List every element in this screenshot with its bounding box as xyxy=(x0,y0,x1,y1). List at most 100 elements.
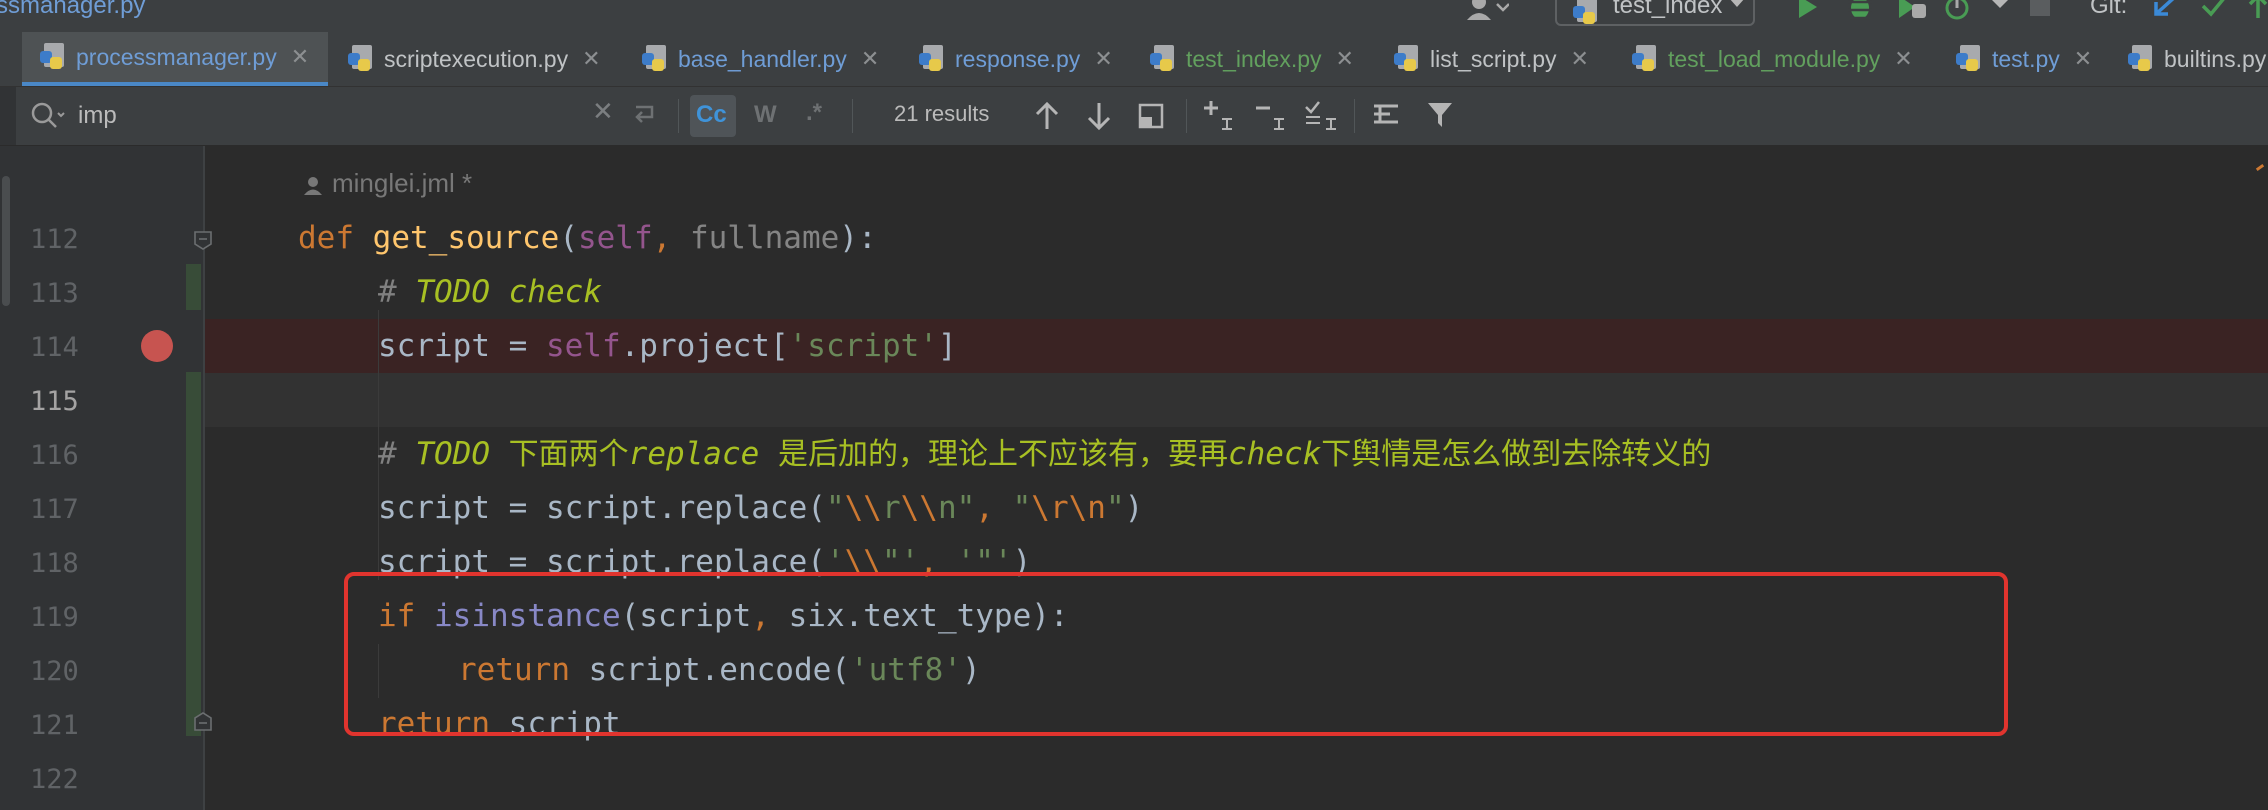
words-icon[interactable]: W xyxy=(754,101,777,129)
code-token: get_source xyxy=(372,220,560,256)
python-file-icon xyxy=(2128,45,2154,73)
code-token: 'script' xyxy=(788,328,938,364)
code-token: ( xyxy=(559,220,578,256)
vcs-change-marker[interactable] xyxy=(186,372,201,736)
code-token: .project[ xyxy=(620,328,789,364)
code-token: ] xyxy=(937,328,957,364)
error-stripe-marker[interactable] xyxy=(2255,163,2265,172)
select-all-icon[interactable] xyxy=(1304,99,1340,133)
code-line-112[interactable]: def get_source(self, fullname): xyxy=(298,211,877,265)
tab-test-index[interactable]: test_index.py ✕ xyxy=(1132,32,1376,86)
code-token: , xyxy=(652,220,672,256)
filter-icon[interactable] xyxy=(1426,101,1454,129)
close-icon[interactable]: ✕ xyxy=(2074,47,2092,72)
close-icon[interactable]: ✕ xyxy=(1894,47,1912,72)
close-icon[interactable]: ✕ xyxy=(1336,47,1354,72)
tab-bar-edge xyxy=(0,32,22,86)
code-editor[interactable]: 112 113 114 115 116 117 118 119 120 121 … xyxy=(0,146,2268,810)
line-number: 118 xyxy=(30,548,79,579)
author-annotation[interactable]: minglei.jml * xyxy=(332,168,472,199)
git-label: Git: xyxy=(2090,0,2128,19)
code-token: n xyxy=(937,490,957,526)
separator xyxy=(852,99,853,133)
tab-response[interactable]: response.py ✕ xyxy=(901,32,1136,86)
regex-icon[interactable]: .* xyxy=(806,99,822,127)
search-input[interactable] xyxy=(76,99,530,133)
code-token: \\ xyxy=(900,490,938,526)
replace-toggle-icon[interactable] xyxy=(632,103,658,127)
git-update-icon[interactable] xyxy=(2150,0,2180,20)
code-token: self xyxy=(545,328,621,364)
tab-label: list_script.py xyxy=(1430,45,1557,72)
tab-scriptexecution[interactable]: scriptexecution.py ✕ xyxy=(330,32,620,86)
search-icon[interactable] xyxy=(30,101,66,131)
tab-label: scriptexecution.py xyxy=(384,45,569,72)
separator xyxy=(678,99,679,133)
code-line-113[interactable]: # TODO check xyxy=(378,265,602,319)
code-token: TODO xyxy=(415,436,509,472)
tab-list-script[interactable]: list_script.py ✕ xyxy=(1376,32,1628,86)
code-line-116[interactable]: # TODO 下面两个replace 是后加的，理论上不应该有，要再check下… xyxy=(378,427,1711,481)
prev-occurrence-icon[interactable] xyxy=(1034,101,1060,131)
open-in-window-icon[interactable] xyxy=(1138,103,1164,129)
fold-icon[interactable] xyxy=(193,712,213,732)
run-icon[interactable] xyxy=(1796,0,1820,20)
vcs-change-marker[interactable] xyxy=(186,264,201,310)
coverage-icon[interactable] xyxy=(1896,0,1928,20)
close-icon[interactable]: ✕ xyxy=(861,47,879,72)
python-file-icon xyxy=(1956,45,1982,73)
next-occurrence-icon[interactable] xyxy=(1086,101,1112,131)
fold-icon[interactable] xyxy=(193,230,213,250)
filter-search-results-icon[interactable] xyxy=(1372,103,1402,129)
chevron-down-icon[interactable] xyxy=(1990,0,2010,14)
debug-icon[interactable] xyxy=(1846,0,1874,20)
code-token: fullname xyxy=(671,220,840,256)
tab-base-handler[interactable]: base_handler.py ✕ xyxy=(624,32,910,86)
results-count: 21 results xyxy=(894,101,990,126)
find-bar: ✕ Cc W .* 21 results xyxy=(0,87,2268,146)
close-icon[interactable]: ✕ xyxy=(1571,47,1589,72)
line-number: 119 xyxy=(30,602,79,633)
tab-label: test.py xyxy=(1992,45,2060,72)
line-number: 122 xyxy=(30,764,79,795)
code-token: " xyxy=(1105,490,1125,526)
code-line-114[interactable]: script = self.project['script'] xyxy=(378,319,957,373)
tab-processmanager[interactable]: processmanager.py ✕ xyxy=(22,32,328,86)
current-line-highlight xyxy=(205,373,2268,427)
git-push-icon[interactable] xyxy=(2248,0,2268,20)
clear-icon[interactable]: ✕ xyxy=(592,97,614,127)
window-title: ssmanager.py xyxy=(0,0,146,19)
run-configuration-label: test_index xyxy=(1613,0,1723,19)
code-token: " xyxy=(825,490,845,526)
user-icon[interactable] xyxy=(1465,0,1509,24)
scrollbar-thumb[interactable] xyxy=(2,176,10,306)
tab-label: test_index.py xyxy=(1186,45,1322,72)
stop-icon[interactable] xyxy=(2030,0,2050,16)
code-token: def xyxy=(298,220,354,256)
code-token: \\ xyxy=(844,490,882,526)
line-number: 114 xyxy=(30,332,79,363)
close-icon[interactable]: ✕ xyxy=(291,45,309,70)
separator xyxy=(1186,99,1187,133)
breakpoint-icon[interactable] xyxy=(141,330,173,362)
add-selection-icon[interactable] xyxy=(1202,99,1236,133)
code-token: TODO check xyxy=(415,274,602,310)
tab-test[interactable]: test.py ✕ xyxy=(1938,32,2114,86)
python-file-icon xyxy=(348,45,374,73)
line-number: 112 xyxy=(30,224,79,255)
profile-icon[interactable] xyxy=(1944,0,1980,20)
code-token: ): xyxy=(839,220,877,256)
match-case-toggle[interactable]: Cc xyxy=(690,95,736,137)
code-token: 下面两个 xyxy=(508,437,629,472)
tab-builtins[interactable]: builtins.py xyxy=(2110,32,2268,86)
tab-test-load-module[interactable]: test_load_module.py ✕ xyxy=(1614,32,1936,86)
close-icon[interactable]: ✕ xyxy=(582,47,600,72)
close-icon[interactable]: ✕ xyxy=(1094,47,1112,72)
code-token: 是后加的，理论上不应该有，要再 xyxy=(777,437,1228,472)
git-commit-icon[interactable] xyxy=(2200,0,2228,20)
tab-label: response.py xyxy=(955,45,1081,72)
run-configuration-select[interactable]: test_index xyxy=(1555,0,1755,26)
remove-selection-icon[interactable] xyxy=(1254,99,1288,133)
code-line-117[interactable]: script = script.replace("\\r\\n", "\r\n"… xyxy=(378,481,1143,535)
find-bar-edge xyxy=(0,87,16,145)
